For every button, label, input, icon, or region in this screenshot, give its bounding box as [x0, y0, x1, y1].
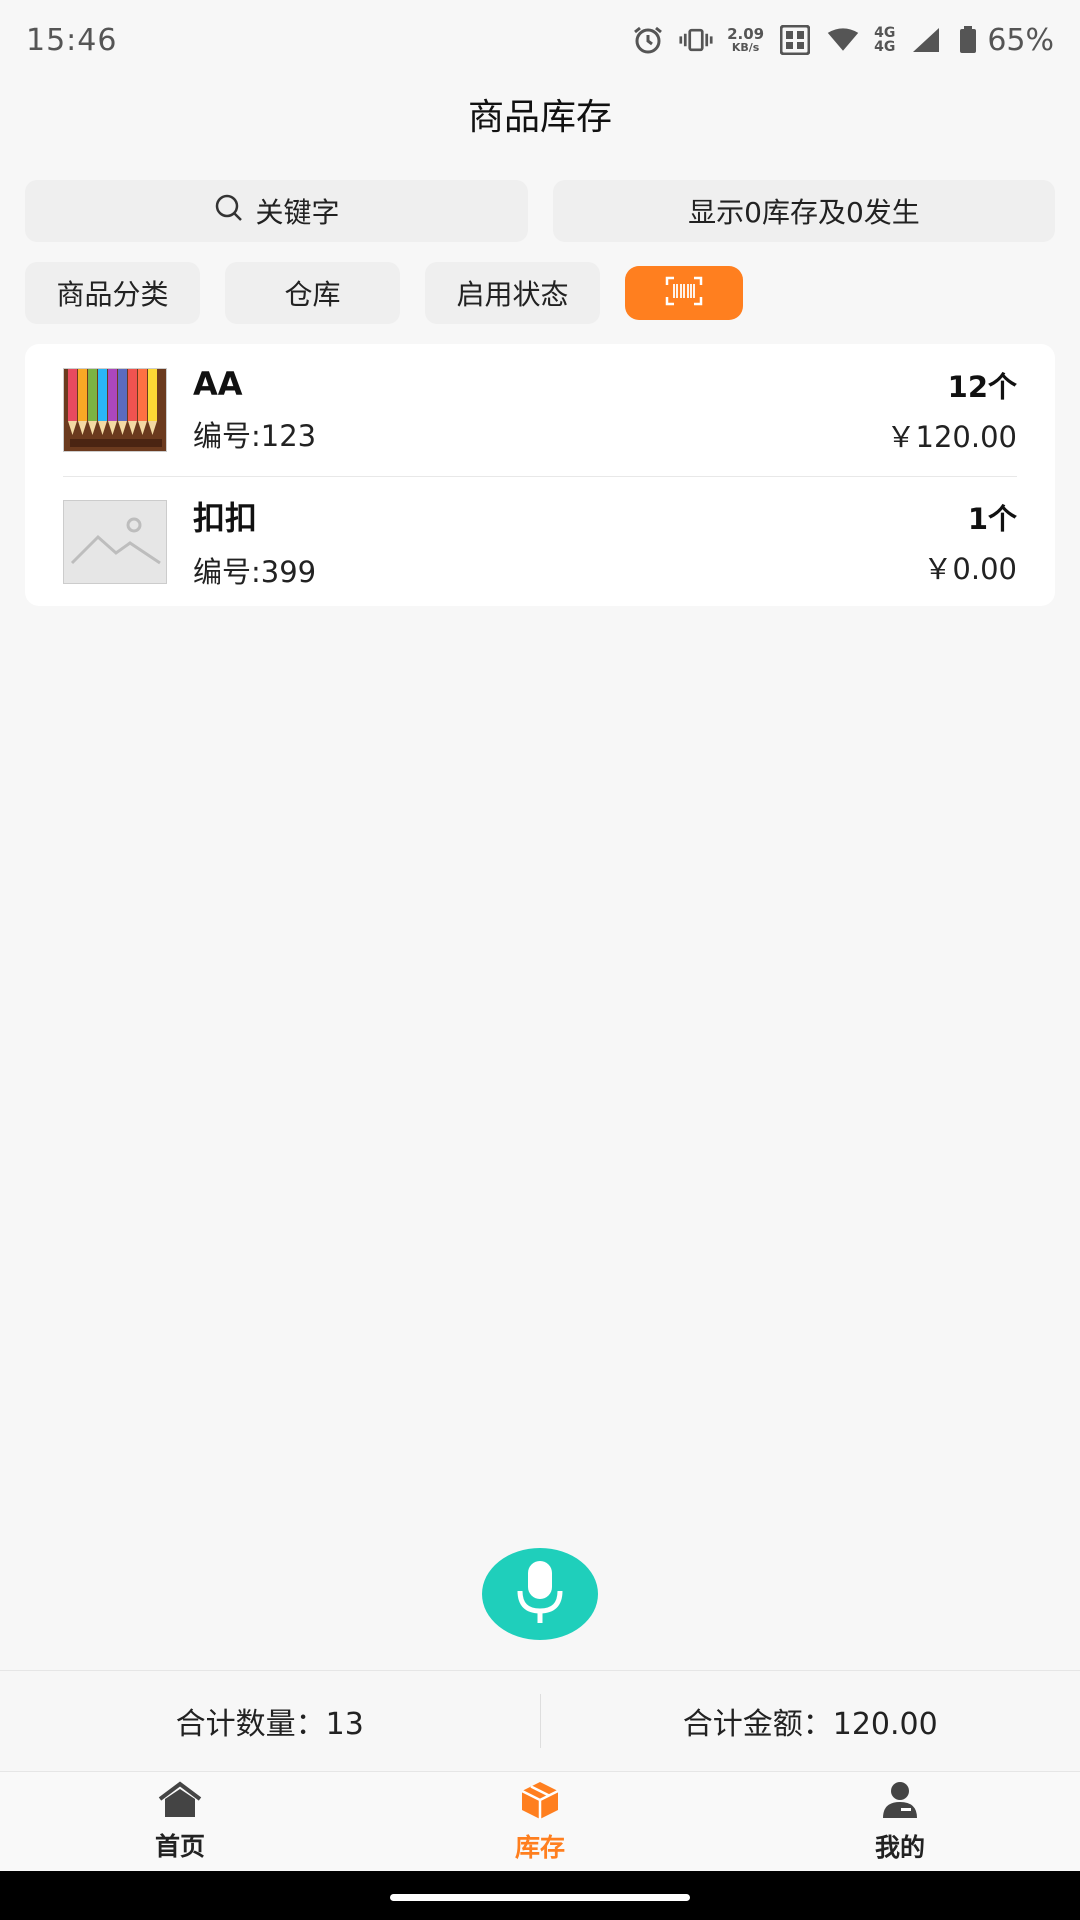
warehouse-filter[interactable]: 仓库 — [225, 262, 400, 324]
status-time: 15:46 — [26, 22, 118, 58]
battery-percent: 65% — [987, 22, 1054, 58]
nav-mine-label: 我的 — [874, 1832, 925, 1862]
status-filter[interactable]: 启用状态 — [425, 262, 600, 324]
filter-row-top: 关键字 显示0库存及0发生 — [25, 180, 1055, 242]
user-icon — [880, 1780, 920, 1824]
home-indicator[interactable] — [390, 1894, 690, 1901]
net-speed: 2.09 KB/s — [727, 25, 765, 54]
total-amount: 合计金额：120.00 — [682, 1706, 938, 1742]
item-quantity: 1个 — [967, 501, 1017, 536]
barcode-scan-button[interactable] — [625, 266, 743, 320]
home-icon — [157, 1781, 203, 1823]
item-name: 扣扣 — [193, 498, 258, 537]
total-quantity: 合计数量：13 — [175, 1706, 364, 1742]
item-info: 扣扣 编号:399 — [193, 493, 923, 591]
sim-icon — [778, 25, 812, 55]
item-info: AA 编号:123 — [193, 365, 887, 455]
signal-icon — [909, 25, 943, 55]
microphone-icon — [510, 1557, 570, 1631]
network-type: 4G 4G — [874, 25, 896, 55]
nav-mine[interactable]: 我的 — [720, 1772, 1080, 1871]
show-zero-stock-toggle[interactable]: 显示0库存及0发生 — [553, 180, 1055, 242]
totals-bar: 合计数量：13 合计金额：120.00 — [0, 1670, 1080, 1770]
bottom-nav: 首页 库存 我的 — [0, 1771, 1080, 1871]
wifi-icon — [826, 25, 860, 55]
system-gesture-bar — [0, 1871, 1080, 1920]
status-bar: 15:46 2.09 KB/s 4G 4G 65% — [0, 0, 1080, 80]
image-placeholder-icon — [63, 499, 167, 584]
nav-inventory-label: 库存 — [514, 1832, 565, 1862]
barcode-scan-icon — [665, 276, 703, 310]
list-item[interactable]: AA 编号:123 12个 ￥120.00 — [63, 344, 1017, 476]
item-summary: 1个 ￥0.00 — [923, 496, 1017, 588]
nav-home-label: 首页 — [154, 1831, 205, 1861]
alarm-icon — [631, 25, 665, 55]
page-title: 商品库存 — [467, 97, 612, 138]
item-summary: 12个 ￥120.00 — [887, 364, 1017, 456]
nav-inventory[interactable]: 库存 — [360, 1772, 720, 1871]
item-code: 编号:123 — [193, 419, 317, 453]
search-placeholder: 关键字 — [255, 196, 340, 229]
vibrate-icon — [679, 25, 713, 55]
search-input[interactable]: 关键字 — [25, 180, 528, 242]
item-quantity: 12个 — [947, 370, 1017, 404]
category-filter[interactable]: 商品分类 — [25, 262, 200, 324]
item-price: ￥0.00 — [923, 551, 1017, 586]
status-icons: 2.09 KB/s 4G 4G 65% — [631, 23, 1054, 58]
item-name: AA — [193, 365, 243, 403]
voice-input-button[interactable] — [482, 1548, 598, 1640]
nav-home[interactable]: 首页 — [0, 1772, 360, 1871]
filter-row-bottom: 商品分类 仓库 启用状态 — [25, 262, 743, 324]
list-item[interactable]: 扣扣 编号:399 1个 ￥0.00 — [63, 476, 1017, 606]
inventory-list: AA 编号:123 12个 ￥120.00 扣扣 编号:399 1个 ￥0.00 — [25, 344, 1055, 606]
box-icon — [519, 1780, 561, 1824]
battery-icon — [957, 25, 979, 55]
search-icon — [213, 192, 245, 231]
item-code: 编号:399 — [193, 554, 317, 589]
item-price: ￥120.00 — [886, 420, 1017, 454]
product-thumbnail — [63, 368, 167, 452]
